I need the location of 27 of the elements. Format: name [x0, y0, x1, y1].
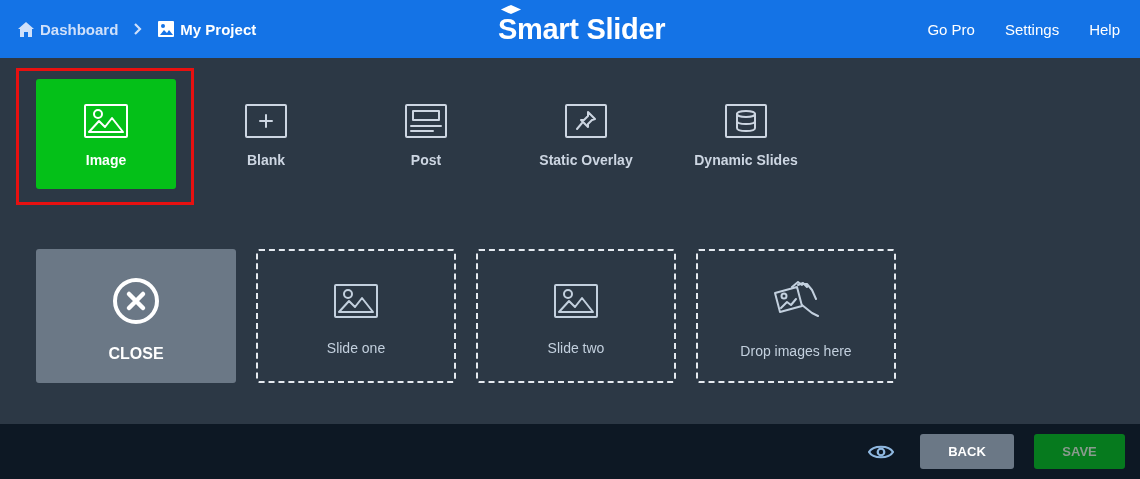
database-icon: [725, 104, 767, 138]
slide-card[interactable]: Slide two: [476, 249, 676, 383]
slide-type-tile[interactable]: Blank: [196, 79, 336, 189]
drop-zone[interactable]: Drop images here: [696, 249, 896, 383]
image-icon: [158, 21, 175, 37]
layout-icon: [405, 104, 447, 138]
image-icon: [84, 104, 128, 138]
home-icon: [17, 20, 35, 38]
nav-link[interactable]: Go Pro: [927, 20, 975, 38]
pin-icon: [565, 104, 607, 138]
breadcrumb-link[interactable]: Dashboard: [17, 20, 119, 38]
image-icon: [554, 284, 598, 318]
image-icon: [334, 284, 378, 318]
slide-type-tile[interactable]: Image: [36, 79, 176, 189]
slide-type-tile[interactable]: Post: [356, 79, 496, 189]
slide-card[interactable]: Slide one: [256, 249, 456, 383]
logo: Smart Slider: [498, 15, 666, 44]
nav-link[interactable]: Help: [1089, 20, 1120, 38]
plus-icon: [245, 104, 287, 138]
chevron-icon: [134, 23, 143, 35]
back-button[interactable]: BACK: [920, 434, 1014, 469]
close-button[interactable]: CLOSE: [36, 249, 236, 383]
breadcrumb-link[interactable]: My Project: [158, 20, 257, 38]
slide-type-tile[interactable]: Static Overlay: [516, 79, 656, 189]
close-icon: [112, 276, 160, 325]
slide-type-tile[interactable]: Dynamic Slides: [676, 79, 816, 189]
nav-link[interactable]: Settings: [1004, 20, 1060, 38]
